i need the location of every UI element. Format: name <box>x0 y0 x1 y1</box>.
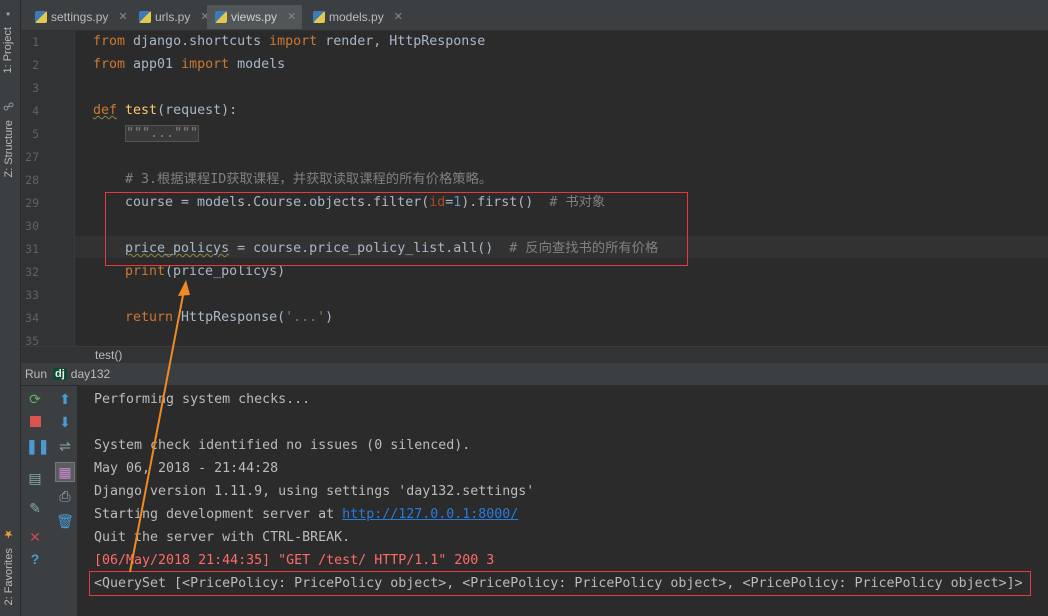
structure-tab-label: Z: Structure <box>3 120 15 178</box>
python-file-icon <box>139 11 151 23</box>
console-line: Starting development server at http://12… <box>94 507 519 522</box>
project-icon: ▪ <box>2 8 14 20</box>
console-line: Quit the server with CTRL-BREAK. <box>94 530 351 545</box>
line-number: 4 <box>32 104 39 118</box>
line-number: 2 <box>32 58 39 72</box>
tab-label: models.py <box>329 10 384 24</box>
breadcrumb-item[interactable]: test() <box>95 348 122 362</box>
tab-label: settings.py <box>51 10 109 24</box>
run-toolbar: ⟳ ❚❚ ▤ ✎ ✕ ? ⬆ ⬇ ⇌ ▦ ⎙ 🗑 <box>21 386 78 616</box>
project-tab-label: 1: Project <box>2 27 14 74</box>
line-number: 3 <box>32 81 39 95</box>
rerun-icon[interactable]: ⟳ <box>26 390 44 408</box>
folded-docstring: """...""" <box>125 125 200 142</box>
soft-wrap-icon[interactable]: ⇌ <box>56 437 74 455</box>
project-tool-tab[interactable]: 1: Project ▪ <box>2 8 18 74</box>
trash-icon[interactable]: 🗑 <box>56 512 74 530</box>
code-line-2: from app01 import models <box>93 57 286 72</box>
stop-icon[interactable] <box>26 413 44 431</box>
line-number: 29 <box>25 196 39 210</box>
console-request-log: [06/May/2018 21:44:35] "GET /test/ HTTP/… <box>94 553 495 568</box>
run-config-tab[interactable]: day132 <box>71 367 110 381</box>
up-arrow-icon[interactable]: ⬆ <box>56 390 74 408</box>
close-icon[interactable]: ✕ <box>26 528 44 546</box>
line-number: 30 <box>25 219 39 233</box>
console-line: May 06, 2018 - 21:44:28 <box>94 461 279 476</box>
line-number: 32 <box>25 265 39 279</box>
editor-tab-bar: settings.py ✕ urls.py ✕ views.py ✕ model… <box>21 0 1048 31</box>
settings-icon[interactable]: ✎ <box>26 499 44 517</box>
line-number: 31 <box>25 242 39 256</box>
close-icon[interactable]: ✕ <box>287 5 296 29</box>
line-number: 1 <box>32 35 39 49</box>
star-icon: ★ <box>3 528 15 541</box>
tab-urls-py[interactable]: urls.py ✕ <box>131 5 216 29</box>
code-line-28: # 3.根据课程ID获取课程，并获取读取课程的所有价格策略。 <box>125 172 493 187</box>
print-icon[interactable]: ⎙ <box>56 487 74 505</box>
pause-icon[interactable]: ❚❚ <box>26 437 49 455</box>
code-line-1: from django.shortcuts import render, Htt… <box>93 34 486 49</box>
close-icon[interactable]: ✕ <box>118 5 127 29</box>
annotation-box-output <box>89 571 1031 596</box>
code-editor[interactable]: from django.shortcuts import render, Htt… <box>75 31 1048 346</box>
close-icon[interactable]: ✕ <box>394 5 403 29</box>
django-icon: dj <box>53 368 67 380</box>
line-number: 27 <box>25 150 39 164</box>
run-panel-header: Run dj day132 <box>21 363 1048 386</box>
tab-views-py[interactable]: views.py ✕ <box>207 5 303 29</box>
python-file-icon <box>215 11 227 23</box>
console-line: Performing system checks... <box>94 392 311 407</box>
structure-icon: ☍ <box>3 100 15 113</box>
code-line-5[interactable]: """...""" <box>125 123 200 145</box>
python-file-icon <box>313 11 325 23</box>
annotation-box-code <box>105 192 688 266</box>
code-line-4: def test(request): <box>93 103 238 118</box>
breadcrumb[interactable]: test() <box>21 346 1048 364</box>
tab-settings-py[interactable]: settings.py ✕ <box>27 5 134 29</box>
console-line: System check identified no issues (0 sil… <box>94 438 471 453</box>
favorites-tab-label: 2: Favorites <box>3 548 15 606</box>
scroll-to-end-icon[interactable]: ▦ <box>55 462 75 482</box>
help-icon[interactable]: ? <box>26 550 44 568</box>
line-number: 33 <box>25 288 39 302</box>
tab-label: urls.py <box>155 10 191 24</box>
down-arrow-icon[interactable]: ⬇ <box>56 413 74 431</box>
console-line: Django version 1.11.9, using settings 'd… <box>94 484 535 499</box>
editor-gutter: 1 2 3 4 5 27 28 29 30 31 32 33 34 35 − −… <box>21 31 90 348</box>
code-line-34: return HttpResponse('...') <box>125 310 334 325</box>
favorites-tool-tab[interactable]: 2: Favorites ★ <box>2 528 18 606</box>
line-number: 5 <box>32 127 39 141</box>
line-number: 34 <box>25 311 39 325</box>
structure-tool-tab[interactable]: Z: Structure ☍ <box>2 100 18 178</box>
server-url-link[interactable]: http://127.0.0.1:8000/ <box>342 507 518 522</box>
tab-label: views.py <box>231 10 278 24</box>
dump-threads-icon[interactable]: ▤ <box>26 469 44 487</box>
tab-models-py[interactable]: models.py ✕ <box>305 5 409 29</box>
python-file-icon <box>35 11 47 23</box>
line-number: 28 <box>25 173 39 187</box>
run-label: Run <box>25 367 48 381</box>
left-tool-strip: 1: Project ▪ Z: Structure ☍ 2: Favorites… <box>0 0 21 616</box>
